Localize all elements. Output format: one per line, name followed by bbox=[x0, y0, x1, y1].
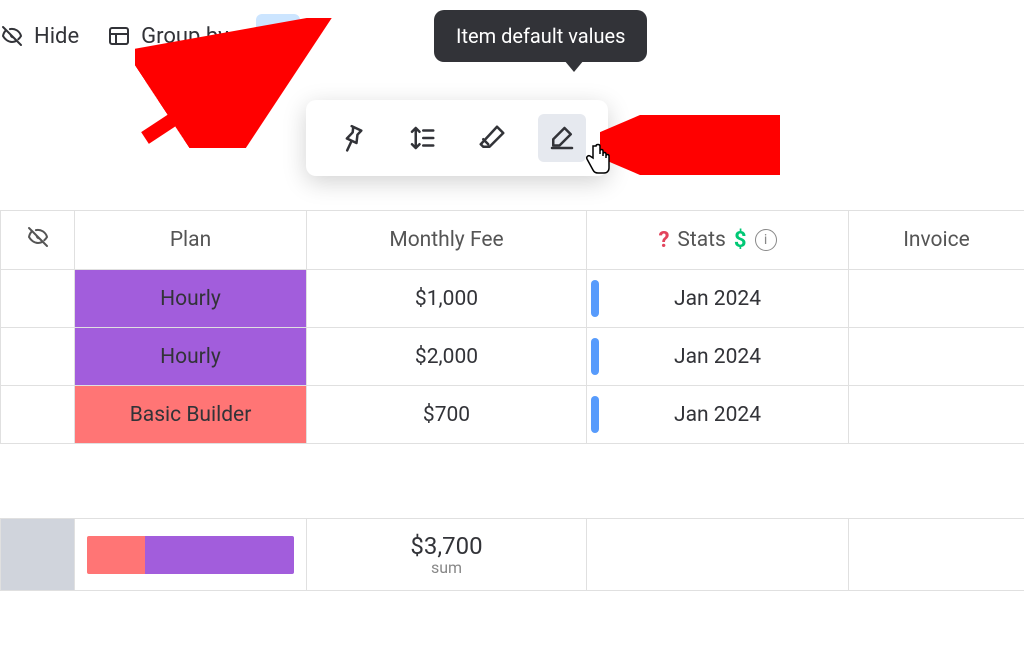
group-by-icon bbox=[107, 24, 131, 48]
info-icon[interactable]: i bbox=[755, 229, 777, 251]
cell-monthly-fee[interactable]: $2,000 bbox=[307, 328, 587, 386]
bar-segment-purple bbox=[145, 536, 294, 574]
eraser-icon bbox=[477, 123, 507, 153]
bar-segment-coral bbox=[87, 536, 145, 574]
pin-button[interactable] bbox=[328, 114, 376, 162]
cell-monthly-fee[interactable]: $1,000 bbox=[307, 270, 587, 328]
table-row[interactable]: Hourly $2,000 Jan 2024 bbox=[1, 328, 1024, 386]
cell-value: $2,000 bbox=[415, 345, 478, 369]
column-header-plan[interactable]: Plan bbox=[75, 211, 307, 270]
cell-invoice[interactable] bbox=[849, 328, 1024, 386]
column-header-monthly-fee[interactable]: Monthly Fee bbox=[307, 211, 587, 270]
summary-section: $3,700 sum bbox=[0, 500, 1024, 591]
tooltip: Item default values bbox=[434, 10, 647, 62]
summary-plan-distribution[interactable] bbox=[75, 519, 307, 591]
row-height-icon bbox=[407, 123, 437, 153]
hide-button[interactable]: Hide bbox=[0, 24, 79, 49]
column-label: Plan bbox=[170, 228, 211, 252]
row-handle[interactable] bbox=[1, 386, 75, 444]
table-row[interactable]: Hourly $1,000 Jan 2024 bbox=[1, 270, 1024, 328]
pin-icon bbox=[337, 123, 367, 153]
cell-stats[interactable]: Jan 2024 bbox=[587, 386, 849, 444]
row-height-button[interactable] bbox=[398, 114, 446, 162]
cell-value: Jan 2024 bbox=[674, 345, 761, 369]
summary-function-label: sum bbox=[308, 558, 585, 577]
column-header-stats[interactable]: ? Stats $ i bbox=[587, 211, 849, 270]
hand-cursor-icon bbox=[580, 140, 616, 182]
summary-row: $3,700 sum bbox=[1, 519, 1024, 591]
board-settings-popover bbox=[306, 100, 608, 176]
summary-amount: $3,700 bbox=[308, 532, 585, 560]
summary-stats[interactable] bbox=[587, 519, 849, 591]
column-label: Monthly Fee bbox=[389, 228, 503, 252]
cell-value: $1,000 bbox=[415, 287, 478, 311]
cell-value: Jan 2024 bbox=[674, 287, 761, 311]
cell-value: Jan 2024 bbox=[674, 403, 761, 427]
hide-label: Hide bbox=[34, 24, 79, 49]
eye-off-icon bbox=[0, 24, 24, 48]
cell-value: Hourly bbox=[160, 345, 221, 369]
cell-plan[interactable]: Basic Builder bbox=[75, 386, 307, 444]
header-row: Plan Monthly Fee ? Stats $ i Invoice bbox=[1, 211, 1024, 270]
column-header-invoice[interactable]: Invoice bbox=[849, 211, 1024, 270]
cell-value: $700 bbox=[423, 403, 470, 427]
annotation-arrow-icon bbox=[600, 115, 780, 175]
status-bar-icon bbox=[591, 396, 599, 433]
board-table: Plan Monthly Fee ? Stats $ i Invoice Hou… bbox=[0, 210, 1024, 444]
cell-plan[interactable]: Hourly bbox=[75, 328, 307, 386]
edit-underline-icon bbox=[547, 123, 577, 153]
cell-value: Hourly bbox=[160, 287, 221, 311]
column-label: Invoice bbox=[903, 228, 970, 252]
summary-handle[interactable] bbox=[1, 519, 75, 591]
column-label: Stats bbox=[677, 228, 725, 252]
tooltip-text: Item default values bbox=[456, 24, 625, 48]
cell-invoice[interactable] bbox=[849, 270, 1024, 328]
status-bar-icon bbox=[591, 280, 599, 317]
status-bar-icon bbox=[591, 338, 599, 375]
row-select-header[interactable] bbox=[1, 211, 75, 270]
stats-header-content: ? Stats $ i bbox=[591, 228, 844, 253]
dollar-icon: $ bbox=[734, 228, 747, 253]
annotation-arrow-icon bbox=[135, 18, 335, 148]
cell-value: Basic Builder bbox=[130, 403, 252, 427]
row-handle[interactable] bbox=[1, 270, 75, 328]
cell-plan[interactable]: Hourly bbox=[75, 270, 307, 328]
item-default-values-button[interactable] bbox=[538, 114, 586, 162]
table-row[interactable]: Basic Builder $700 Jan 2024 bbox=[1, 386, 1024, 444]
clear-formatting-button[interactable] bbox=[468, 114, 516, 162]
cell-monthly-fee[interactable]: $700 bbox=[307, 386, 587, 444]
distribution-bars bbox=[87, 536, 294, 574]
eye-off-icon bbox=[26, 231, 50, 255]
summary-invoice[interactable] bbox=[849, 519, 1024, 591]
cell-stats[interactable]: Jan 2024 bbox=[587, 270, 849, 328]
cell-invoice[interactable] bbox=[849, 386, 1024, 444]
row-handle[interactable] bbox=[1, 328, 75, 386]
summary-monthly-fee[interactable]: $3,700 sum bbox=[307, 519, 587, 591]
question-icon: ? bbox=[658, 228, 669, 253]
cell-stats[interactable]: Jan 2024 bbox=[587, 328, 849, 386]
